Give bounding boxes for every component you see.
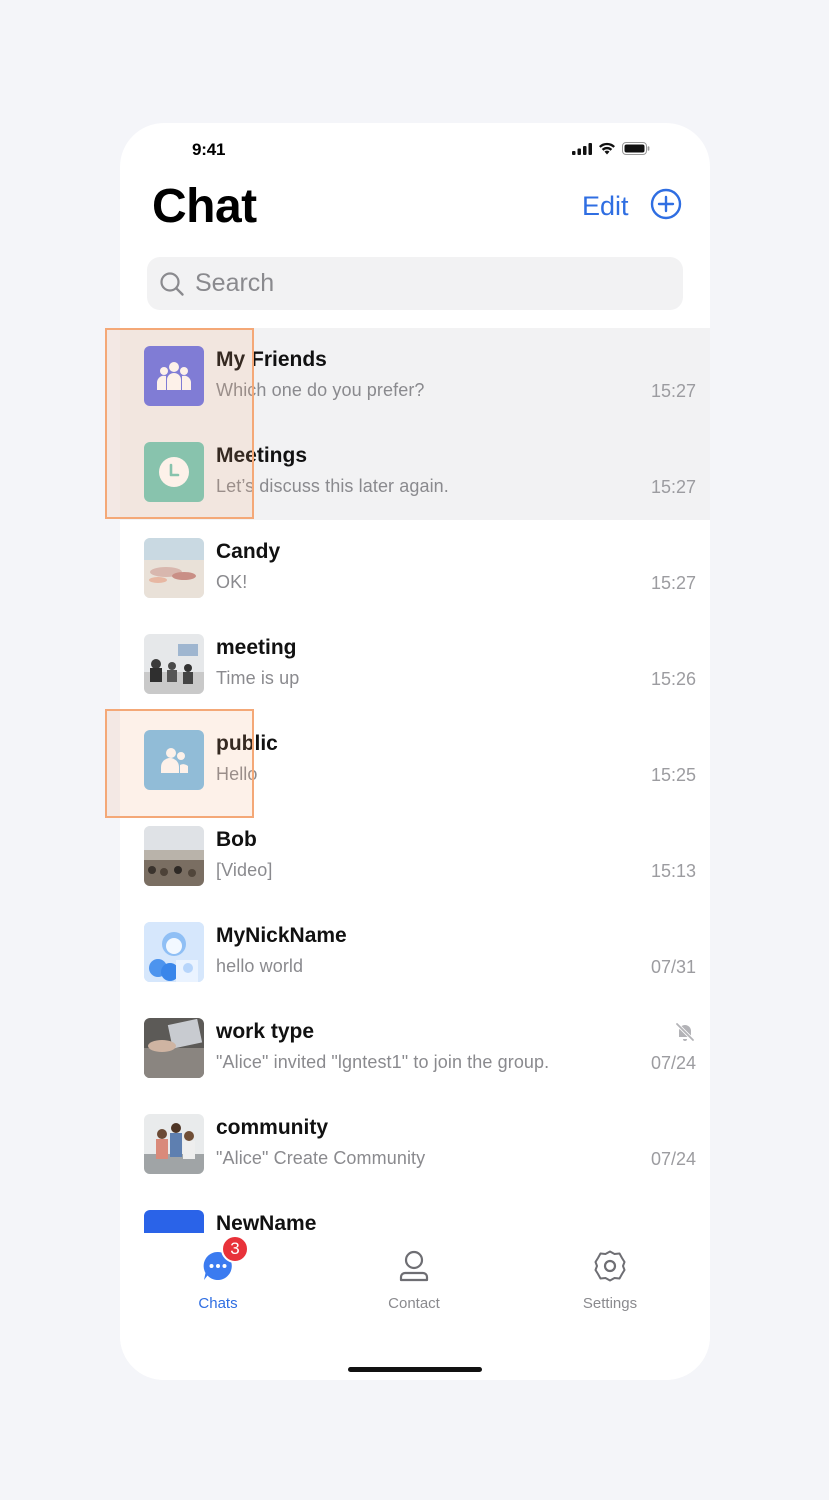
chat-time: 15:27 <box>650 477 696 497</box>
chat-row-community[interactable]: community "Alice" Create Community 07/24 <box>120 1096 710 1192</box>
community-avatar <box>144 730 204 790</box>
photo-avatar <box>144 826 204 886</box>
gear-icon <box>593 1249 627 1283</box>
chat-row-newname[interactable]: NewName <box>120 1192 710 1233</box>
chat-time: 15:27 <box>650 573 696 593</box>
photo-avatar <box>144 634 204 694</box>
chat-preview: Hello <box>216 764 258 784</box>
photo-avatar <box>144 1018 204 1078</box>
home-indicator <box>348 1367 482 1372</box>
chat-row-meetings[interactable]: Meetings Let’s discuss this later again.… <box>120 424 710 520</box>
chat-preview: Let’s discuss this later again. <box>216 476 449 496</box>
wifi-icon <box>599 142 615 155</box>
people-icon <box>161 748 188 773</box>
chat-name: meeting <box>216 636 297 659</box>
chat-row-candy[interactable]: Candy OK! 15:27 <box>120 520 710 616</box>
chat-list: My Friends Which one do you prefer? 15:2… <box>120 328 710 1233</box>
chat-name: work type <box>216 1020 315 1043</box>
chat-row-bob[interactable]: Bob [Video] 15:13 <box>120 808 710 904</box>
mute-icon <box>675 1022 695 1042</box>
chat-name: MyNickName <box>216 924 347 947</box>
status-icons <box>572 142 650 155</box>
chat-preview: "Alice" invited "lgntest1" to join the g… <box>216 1052 550 1072</box>
photo-avatar <box>144 538 204 598</box>
person-icon <box>397 1249 431 1283</box>
chat-row-meeting[interactable]: meeting Time is up 15:26 <box>120 616 710 712</box>
chat-row-public[interactable]: public Hello 15:25 <box>120 712 710 808</box>
group-avatar <box>144 346 204 406</box>
plus-circle-icon <box>650 188 682 220</box>
blue-avatar <box>144 1210 204 1233</box>
laptop-photo-image <box>144 1018 204 1078</box>
tab-chats[interactable]: 3 Chats <box>158 1235 278 1319</box>
search-icon <box>160 271 184 296</box>
chat-name: NewName <box>216 1212 317 1233</box>
group-icon <box>157 362 191 390</box>
crowd-photo-image <box>144 826 204 886</box>
family-photo-image <box>144 1114 204 1174</box>
tab-settings[interactable]: Settings <box>550 1249 670 1319</box>
chat-bubble-icon: 3 <box>201 1235 249 1283</box>
person-illustration-image <box>144 922 204 982</box>
chat-preview: OK! <box>216 572 248 592</box>
status-time: 9:41 <box>192 140 226 159</box>
signal-icon <box>572 142 592 155</box>
chat-time: 15:13 <box>650 861 696 881</box>
chat-row-mynickname[interactable]: MyNickName hello world 07/31 <box>120 904 710 1000</box>
chat-preview: "Alice" Create Community <box>216 1148 426 1168</box>
tab-bar: 3 Chats Contact Settings <box>120 1233 710 1380</box>
chat-preview: hello world <box>216 956 304 976</box>
add-chat-button[interactable] <box>650 188 682 220</box>
chat-preview: [Video] <box>216 860 273 880</box>
tab-label: Settings <box>582 1295 638 1312</box>
clock-icon <box>159 457 189 487</box>
search-bar[interactable] <box>147 257 683 310</box>
phone-screen: 9:41 Chat Edit Search My Friends Which o… <box>120 123 710 1380</box>
chat-time: 15:27 <box>650 381 696 401</box>
chat-preview: Which one do you prefer? <box>216 380 425 400</box>
search-input[interactable] <box>195 269 655 298</box>
chat-time: 07/31 <box>650 957 696 977</box>
battery-icon <box>622 142 650 155</box>
page-title: Chat <box>152 180 257 233</box>
chat-row-my-friends[interactable]: My Friends Which one do you prefer? 15:2… <box>120 328 710 424</box>
photo-avatar <box>144 1114 204 1174</box>
beach-photo-image <box>144 538 204 598</box>
chat-name: community <box>216 1116 329 1139</box>
edit-button[interactable]: Edit <box>582 188 629 224</box>
chat-time: 07/24 <box>650 1053 696 1073</box>
chat-name: Bob <box>216 828 257 851</box>
chat-preview: Time is up <box>216 668 300 688</box>
illustration-avatar <box>144 922 204 982</box>
status-bar: 9:41 <box>120 123 710 173</box>
dot-icon <box>144 1210 204 1233</box>
chat-name: Candy <box>216 540 281 563</box>
chat-time: 07/24 <box>650 1149 696 1169</box>
chat-name: My Friends <box>216 348 327 371</box>
chat-name: public <box>216 732 278 755</box>
chat-time: 15:26 <box>650 669 696 689</box>
chat-name: Meetings <box>216 444 308 467</box>
tab-contact[interactable]: Contact <box>354 1249 474 1319</box>
unread-badge: 3 <box>221 1235 249 1263</box>
chat-time: 15:25 <box>650 765 696 785</box>
chat-row-work-type[interactable]: work type "Alice" invited "lgntest1" to … <box>120 1000 710 1096</box>
meeting-room-image <box>144 634 204 694</box>
clock-avatar <box>144 442 204 502</box>
tab-label: Contact <box>388 1295 440 1312</box>
tab-label: Chats <box>198 1295 238 1312</box>
